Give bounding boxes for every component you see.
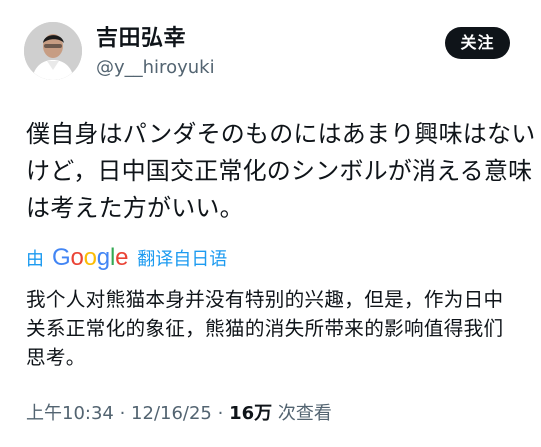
google-logo: Google [52,244,128,272]
translated-line: 思考。 [26,346,86,369]
tweet-line: 僕自身はパンダそのものにはあまり興味はない [26,120,536,148]
display-name[interactable]: 吉田弘幸 [96,26,186,52]
metadata-separator: · [211,403,230,424]
person-avatar-image [24,22,82,80]
tweet-metadata: 上午10:34 · 12/16/25 · 16万 次查看 [26,401,332,427]
google-logo-letter: G [52,244,71,271]
avatar[interactable] [24,22,82,80]
tweet-header: 吉田弘幸 @y__hiroyuki 关注 [0,0,541,90]
translated-line: 我个人对熊猫本身并没有特别的兴趣，但是，作为日中 [26,288,504,311]
user-handle[interactable]: @y__hiroyuki [96,57,215,79]
follow-button[interactable]: 关注 [445,27,510,59]
translation-attribution[interactable]: 由 Google 翻译自日语 [26,244,227,272]
google-logo-letter: o [70,244,84,271]
google-logo-letter: g [96,244,110,271]
tweet-card: 吉田弘幸 @y__hiroyuki 关注 僕自身はパンダそのものにはあまり興味は… [0,0,541,447]
view-count[interactable]: 16万 [229,403,272,424]
google-logo-letter: o [83,244,97,271]
translation-prefix: 由 [26,249,44,270]
metadata-separator: · [113,403,132,424]
tweet-time[interactable]: 上午10:34 [26,403,114,424]
translated-text: 我个人对熊猫本身并没有特别的兴趣，但是，作为日中 关系正常化的象征，熊猫的消失所… [26,285,521,372]
translated-line: 关系正常化的象征，熊猫的消失所带来的影响值得我们 [26,317,504,340]
translation-source-label: 翻译自日语 [137,249,228,270]
view-count-label: 次查看 [272,403,332,424]
tweet-text: 僕自身はパンダそのものにはあまり興味はない けど，日中国交正常化のシンボルが消え… [26,116,536,227]
tweet-line: けど，日中国交正常化のシンボルが消える意味 [26,157,533,185]
google-logo-letter: e [115,244,129,271]
tweet-date[interactable]: 12/16/25 [131,403,212,424]
tweet-line: は考えた方がいい。 [26,194,244,222]
